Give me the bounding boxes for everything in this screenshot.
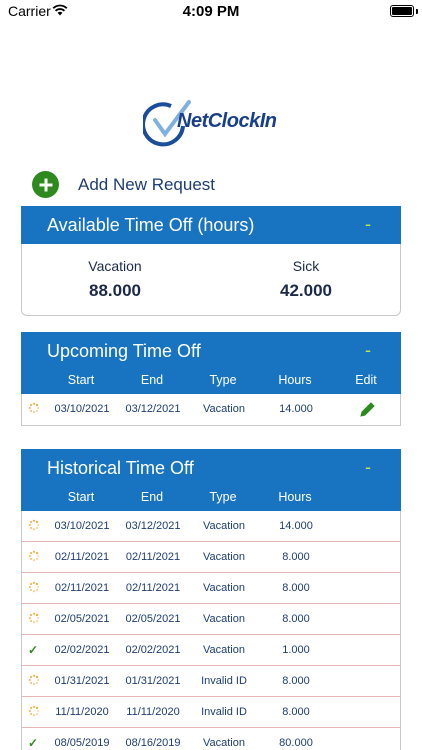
- cell-hours: 8.000: [282, 675, 310, 687]
- logo-text: NetClockIn: [177, 110, 277, 132]
- cell-start: 03/10/2021: [54, 403, 110, 415]
- available-time-off-header: Available Time Off (hours) -: [21, 206, 401, 244]
- vacation-value: 88.000: [89, 281, 141, 300]
- pending-spinner-icon: [28, 402, 40, 414]
- pending-spinner-icon: [28, 612, 40, 624]
- historical-time-off-header: Historical Time Off -: [21, 449, 401, 485]
- clock-time: 4:09 PM: [182, 3, 240, 20]
- table-row[interactable]: 03/10/2021 03/12/2021 Vacation 14.000: [22, 511, 400, 542]
- sick-label: Sick: [292, 258, 320, 274]
- cell-start: 02/11/2021: [54, 582, 110, 594]
- upcoming-list: 03/10/2021 03/12/2021 Vacation 14.000: [21, 394, 401, 426]
- column-header-start: Start: [67, 373, 95, 387]
- cell-end: 03/12/2021: [125, 520, 181, 532]
- add-new-request-button[interactable]: Add New Request: [32, 171, 215, 198]
- column-header-type: Type: [209, 490, 237, 504]
- cell-hours: 8.000: [282, 551, 310, 563]
- collapse-button[interactable]: -: [365, 340, 371, 361]
- cell-end: 02/11/2021: [125, 582, 181, 594]
- cell-end: 11/11/2020: [126, 706, 180, 718]
- column-header-hours: Hours: [278, 490, 312, 504]
- cell-hours: 14.000: [279, 520, 313, 532]
- sick-balance: Sick 42.000: [231, 258, 381, 301]
- approved-check-icon: ✓: [28, 643, 39, 657]
- panel-title: Upcoming Time Off: [47, 341, 201, 361]
- status-bar: Carrier 4:09 PM: [0, 0, 422, 24]
- available-time-off-panel: Available Time Off (hours) - Vacation 88…: [21, 206, 401, 316]
- column-headers: Start End Type Hours Edit: [21, 368, 401, 394]
- cell-end: 02/02/2021: [125, 644, 181, 656]
- table-row[interactable]: 02/11/2021 02/11/2021 Vacation 8.000: [22, 542, 400, 573]
- approved-check-icon: ✓: [28, 736, 39, 750]
- app-logo: NetClockIn: [141, 96, 283, 148]
- panel-title: Historical Time Off: [47, 458, 194, 478]
- cell-hours: 1.000: [282, 644, 310, 656]
- cell-end: 01/31/2021: [125, 675, 181, 687]
- pending-spinner-icon: [28, 550, 40, 562]
- table-row[interactable]: ✓ 02/02/2021 02/02/2021 Vacation 1.000: [22, 635, 400, 666]
- pending-spinner-icon: [28, 519, 40, 531]
- historical-time-off-panel: Historical Time Off - Start End Type Hou…: [21, 449, 401, 750]
- cell-end: 08/16/2019: [125, 737, 181, 749]
- cell-type: Invalid ID: [201, 706, 247, 718]
- upcoming-time-off-panel: Upcoming Time Off - Start End Type Hours…: [21, 332, 401, 426]
- plus-circle-icon[interactable]: [32, 171, 59, 198]
- table-row[interactable]: 02/05/2021 02/05/2021 Vacation 8.000: [22, 604, 400, 635]
- pending-spinner-icon: [28, 581, 40, 593]
- cell-start: 03/10/2021: [54, 520, 110, 532]
- column-header-hours: Hours: [278, 373, 312, 387]
- edit-pencil-icon[interactable]: [359, 400, 377, 418]
- cell-end: 03/12/2021: [125, 403, 181, 415]
- historical-list: 03/10/2021 03/12/2021 Vacation 14.000 02/11/…: [21, 511, 401, 750]
- cell-hours: 8.000: [282, 706, 310, 718]
- collapse-button[interactable]: -: [365, 457, 371, 478]
- cell-hours: 14.000: [279, 403, 313, 415]
- cell-type: Vacation: [203, 520, 245, 532]
- cell-type: Vacation: [203, 551, 245, 563]
- cell-start: 08/05/2019: [54, 737, 110, 749]
- cell-start: 01/31/2021: [54, 675, 110, 687]
- table-row[interactable]: ✓ 08/05/2019 08/16/2019 Vacation 80.000: [22, 728, 400, 750]
- pending-spinner-icon: [28, 705, 40, 717]
- cell-hours: 8.000: [282, 613, 310, 625]
- column-header-edit: Edit: [355, 373, 377, 387]
- upcoming-time-off-header: Upcoming Time Off -: [21, 332, 401, 368]
- cell-type: Vacation: [203, 403, 245, 415]
- panel-title: Available Time Off (hours): [47, 215, 255, 235]
- table-row[interactable]: 02/11/2021 02/11/2021 Vacation 8.000: [22, 573, 400, 604]
- battery-icon: [390, 5, 414, 17]
- cell-start: 02/02/2021: [54, 644, 110, 656]
- column-headers: Start End Type Hours: [21, 485, 401, 511]
- add-new-request-label[interactable]: Add New Request: [78, 175, 215, 195]
- battery-tip: [416, 9, 418, 14]
- cell-start: 02/05/2021: [54, 613, 110, 625]
- vacation-balance: Vacation 88.000: [40, 258, 190, 301]
- cell-hours: 8.000: [282, 582, 310, 594]
- sick-value: 42.000: [280, 281, 332, 300]
- cell-start: 02/11/2021: [54, 551, 110, 563]
- cell-hours: 80.000: [279, 737, 313, 749]
- pending-spinner-icon: [28, 674, 40, 686]
- table-row[interactable]: 03/10/2021 03/12/2021 Vacation 14.000: [22, 394, 400, 425]
- vacation-label: Vacation: [88, 258, 142, 274]
- cell-end: 02/11/2021: [125, 551, 181, 563]
- column-header-start: Start: [67, 490, 95, 504]
- cell-type: Vacation: [203, 613, 245, 625]
- column-header-type: Type: [209, 373, 237, 387]
- cell-type: Invalid ID: [201, 675, 247, 687]
- cell-type: Vacation: [203, 582, 245, 594]
- cell-start: 11/11/2020: [55, 706, 109, 718]
- cell-type: Vacation: [203, 737, 245, 749]
- available-balances: Vacation 88.000 Sick 42.000: [21, 244, 401, 316]
- column-header-end: End: [140, 373, 164, 387]
- column-header-end: End: [140, 490, 164, 504]
- cell-end: 02/05/2021: [125, 613, 181, 625]
- collapse-button[interactable]: -: [365, 214, 371, 235]
- cell-type: Vacation: [203, 644, 245, 656]
- table-row[interactable]: 11/11/2020 11/11/2020 Invalid ID 8.000: [22, 697, 400, 728]
- table-row[interactable]: 01/31/2021 01/31/2021 Invalid ID 8.000: [22, 666, 400, 697]
